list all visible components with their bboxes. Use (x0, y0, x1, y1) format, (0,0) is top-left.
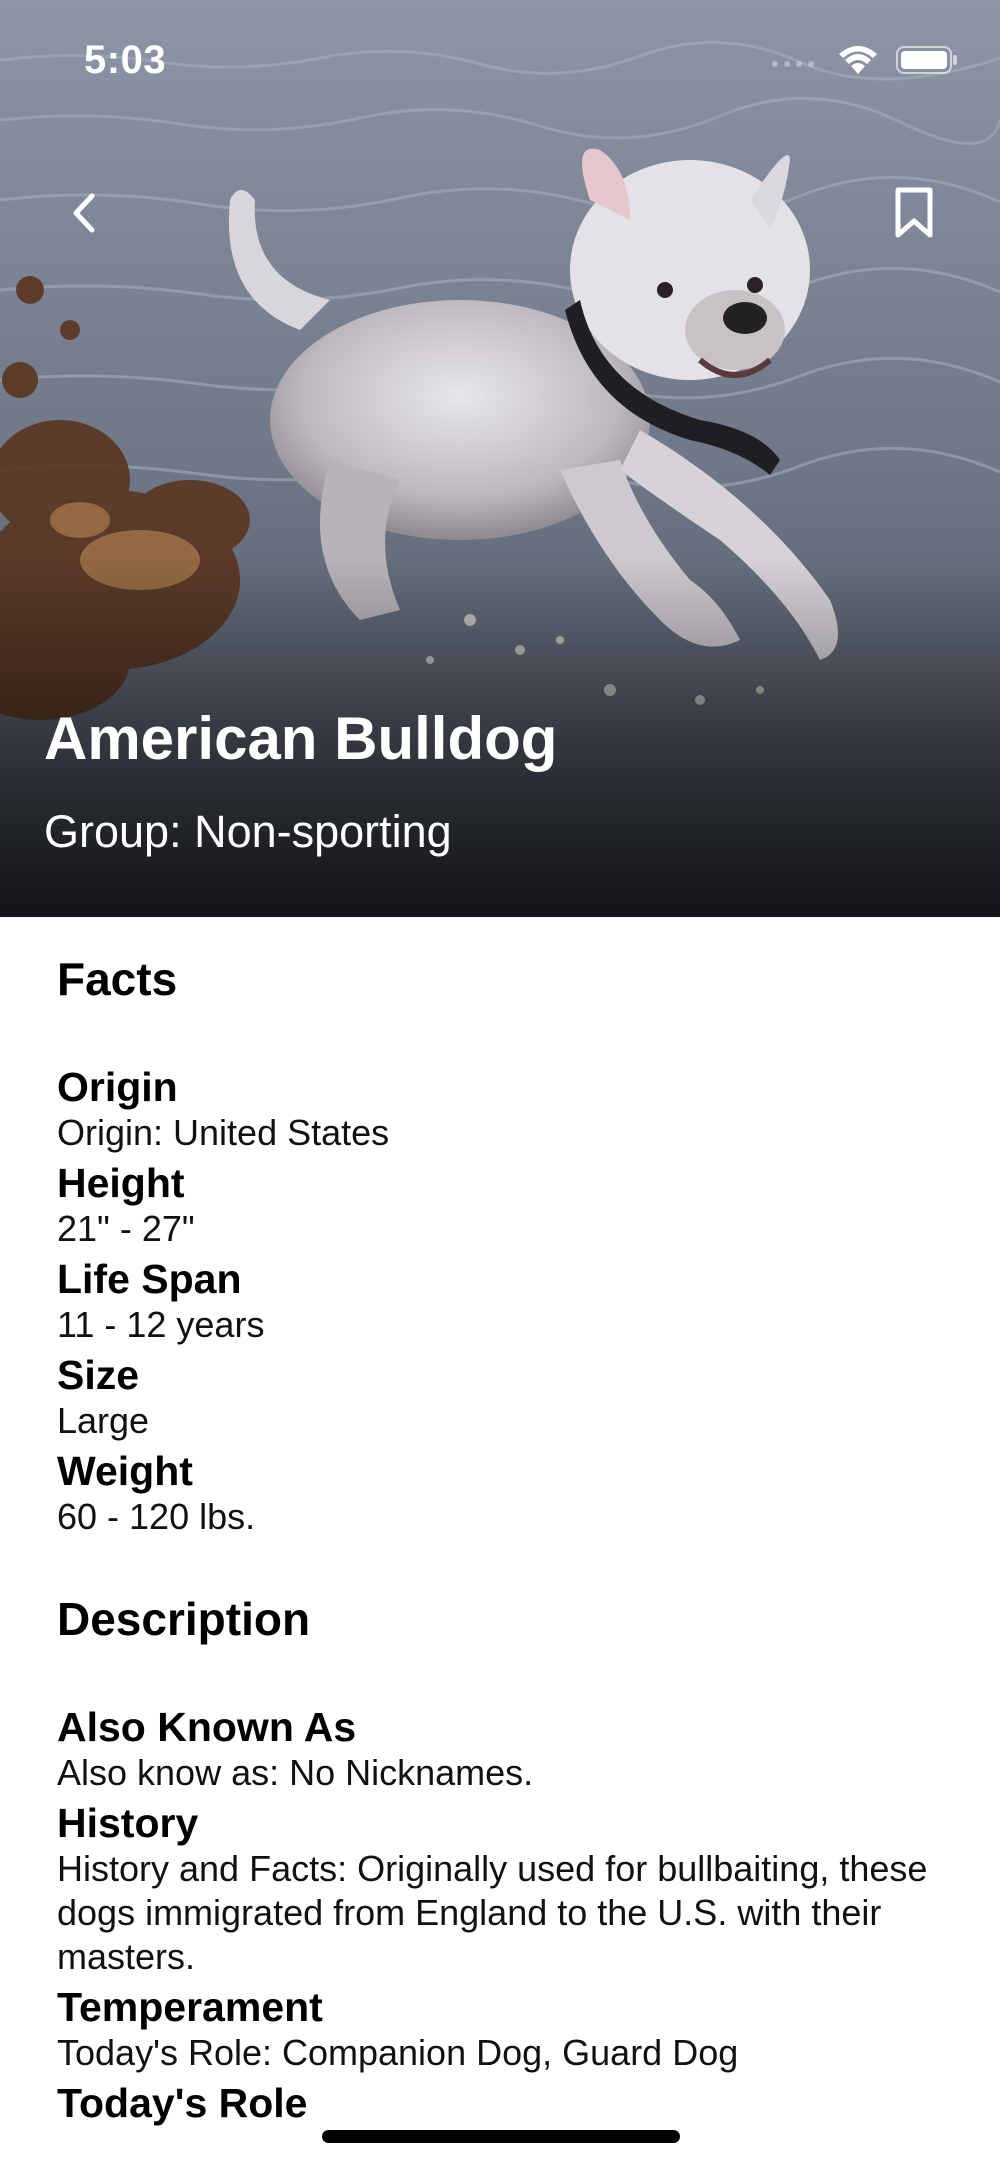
desc-value: History and Facts: Originally used for b… (57, 1848, 928, 1977)
desc-label: History (57, 1800, 199, 1846)
status-time: 5:03 (84, 38, 167, 82)
facts-section-title: Facts (57, 953, 178, 1005)
details-content: Facts Origin Origin: United States Heigh… (57, 917, 957, 2127)
fact-item-height: Height 21" - 27" (57, 1159, 957, 1251)
hero-image: 5:03 American Bulldog Group: Non-sportin… (0, 0, 1000, 917)
fact-value: 60 - 120 lbs. (57, 1496, 256, 1537)
description-section-title: Description (57, 1593, 311, 1645)
desc-value: Today's Role: Companion Dog, Guard Dog (57, 2032, 739, 2073)
status-icons (770, 44, 958, 80)
fact-item-life-span: Life Span 11 - 12 years (57, 1255, 957, 1347)
breed-detail-screen: 5:03 American Bulldog Group: Non-sportin… (0, 0, 1000, 2167)
desc-label: Today's Role (57, 2080, 308, 2126)
fact-label: Weight (57, 1448, 193, 1494)
home-indicator[interactable] (322, 2130, 680, 2143)
desc-item-history: History History and Facts: Originally us… (57, 1799, 957, 1979)
bookmark-icon (895, 187, 933, 238)
battery-icon (896, 45, 958, 80)
fact-label: Origin (57, 1064, 178, 1110)
desc-item-temperament: Temperament Today's Role: Companion Dog,… (57, 1983, 957, 2075)
fact-item-weight: Weight 60 - 120 lbs. (57, 1447, 957, 1539)
bookmark-button[interactable] (872, 171, 956, 255)
desc-item-todays-role: Today's Role (57, 2079, 957, 2127)
fact-value: 21" - 27" (57, 1208, 195, 1249)
fact-label: Size (57, 1352, 140, 1398)
fact-value: 11 - 12 years (57, 1304, 265, 1345)
status-bar: 5:03 (0, 0, 1000, 120)
fact-item-size: Size Large (57, 1351, 957, 1443)
signal-icon (770, 50, 820, 75)
breed-group: Group: Non-sporting (44, 806, 452, 857)
desc-label: Temperament (57, 1984, 323, 2030)
fact-value: Origin: United States (57, 1112, 390, 1153)
chevron-left-icon (73, 193, 95, 233)
desc-label: Also Known As (57, 1704, 357, 1750)
description-list: Also Known As Also know as: No Nicknames… (57, 1703, 957, 2127)
back-button[interactable] (42, 171, 126, 255)
fact-label: Height (57, 1160, 185, 1206)
fact-item-origin: Origin Origin: United States (57, 1063, 957, 1155)
desc-value: Also know as: No Nicknames. (57, 1752, 534, 1793)
breed-title: American Bulldog (44, 705, 558, 772)
facts-list: Origin Origin: United States Height 21" … (57, 1063, 957, 1539)
wifi-icon (838, 44, 878, 81)
fact-label: Life Span (57, 1256, 242, 1302)
desc-item-also-known-as: Also Known As Also know as: No Nicknames… (57, 1703, 957, 1795)
fact-value: Large (57, 1400, 150, 1441)
